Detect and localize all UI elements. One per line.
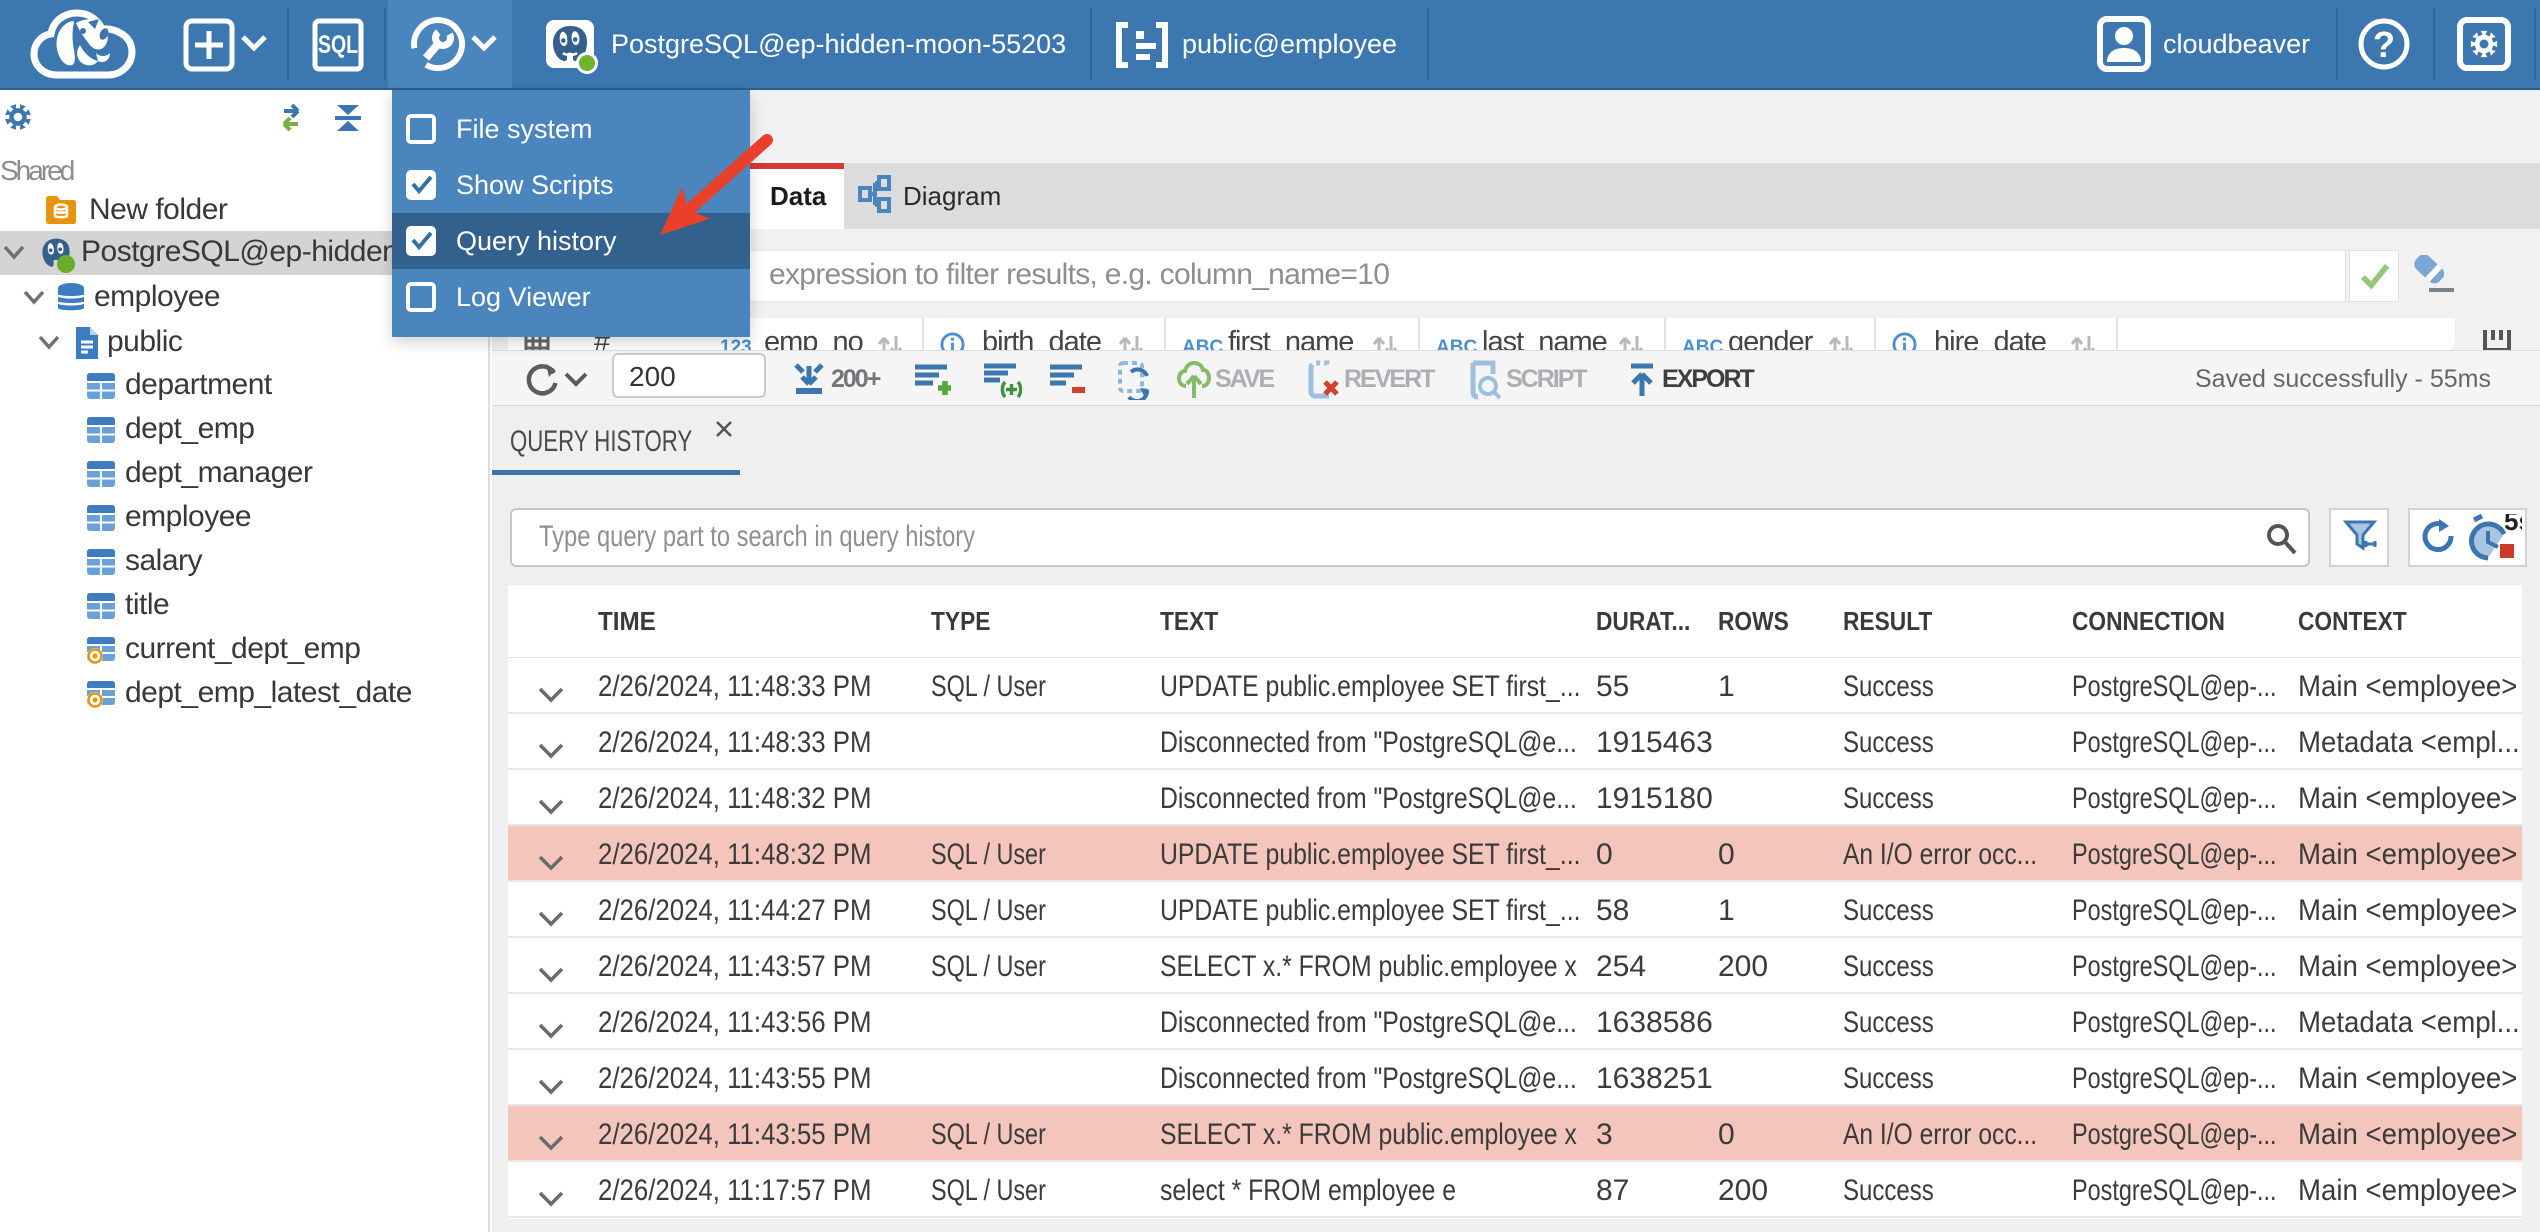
svg-text:?: ? xyxy=(2373,24,2395,65)
svg-text:5s: 5s xyxy=(2504,514,2522,536)
svg-text:SQL: SQL xyxy=(318,31,358,59)
